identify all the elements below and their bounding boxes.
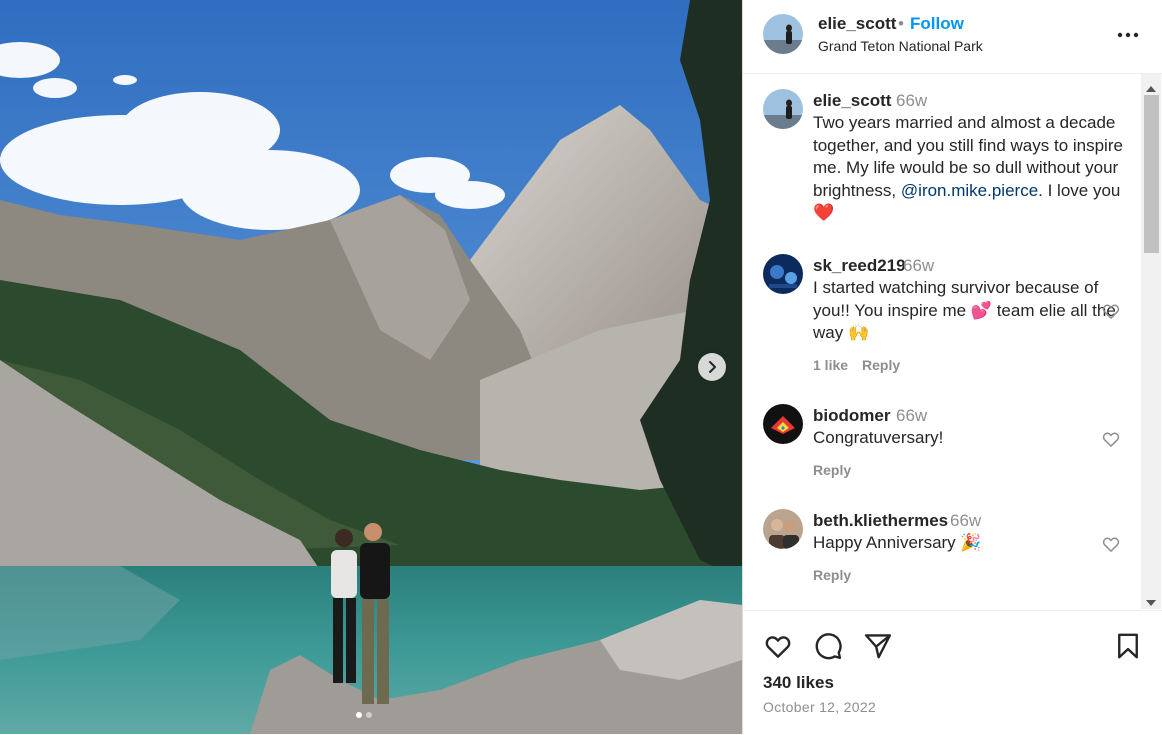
author-avatar[interactable]	[763, 14, 803, 54]
slide-dot	[366, 712, 372, 718]
post-date[interactable]: October 12, 2022	[763, 699, 876, 715]
separator-dot: •	[898, 14, 904, 33]
caption-text: Two years married and almost a decade to…	[813, 112, 1123, 225]
commenter-avatar[interactable]	[763, 404, 803, 444]
comment-text: Happy Anniversary 🎉	[813, 533, 982, 552]
next-slide-button[interactable]	[698, 353, 726, 381]
landscape-image	[0, 0, 742, 734]
comment-text: Congratuversary!	[813, 428, 944, 447]
save-button[interactable]	[1113, 631, 1143, 666]
like-button[interactable]	[763, 631, 793, 666]
reply-button[interactable]: Reply	[862, 357, 900, 373]
comment-like-button[interactable]	[1101, 429, 1121, 454]
caption-avatar[interactable]	[763, 89, 803, 129]
comment-username[interactable]: biodomer	[813, 406, 890, 426]
comment-username[interactable]: beth.kliethermes	[813, 511, 948, 531]
follow-button[interactable]: Follow	[910, 14, 964, 34]
commenter-avatar[interactable]	[763, 509, 803, 549]
heart-icon	[1102, 537, 1120, 552]
send-icon	[864, 634, 892, 659]
comment-time[interactable]: 66w	[896, 406, 927, 426]
chevron-right-icon	[709, 361, 716, 373]
reply-button[interactable]: Reply	[813, 462, 851, 478]
post-actions: 340 likes October 12, 2022	[743, 610, 1162, 735]
comment-time[interactable]: 66w	[903, 256, 934, 276]
post-photo[interactable]	[0, 0, 742, 734]
comment-username[interactable]: sk_reed219	[813, 256, 906, 276]
caption-username[interactable]: elie_scott	[813, 91, 891, 111]
location-link[interactable]: Grand Teton National Park	[818, 38, 983, 54]
post-header: elie_scott • Follow Grand Teton National…	[743, 0, 1162, 74]
reply-button[interactable]: Reply	[813, 567, 851, 583]
caret-up-icon	[1146, 86, 1156, 92]
comment-icon	[815, 633, 842, 660]
caret-down-icon	[1146, 600, 1156, 606]
post-side-panel: elie_scott • Follow Grand Teton National…	[742, 0, 1162, 734]
heart-icon	[1102, 432, 1120, 447]
comment-like-button[interactable]	[1101, 534, 1121, 559]
caption-time[interactable]: 66w	[896, 91, 927, 111]
comment-text: I started watching survivor because of y…	[813, 278, 1116, 342]
instagram-post: elie_scott • Follow Grand Teton National…	[0, 0, 1162, 734]
share-button[interactable]	[863, 631, 893, 666]
author-username[interactable]: elie_scott	[818, 14, 896, 34]
comment-like-button[interactable]	[1101, 301, 1121, 326]
commenter-avatar[interactable]	[763, 254, 803, 294]
comment-button[interactable]	[813, 631, 843, 666]
comment-like-count[interactable]: 1 like	[813, 357, 848, 373]
comments-list[interactable]: elie_scott 66w Two years married and alm…	[743, 74, 1162, 609]
slide-dot-active	[356, 712, 362, 718]
slide-indicator	[356, 712, 372, 718]
caption-mention-link[interactable]: @iron.mike.pierce	[901, 181, 1038, 200]
more-options-icon	[1117, 32, 1139, 38]
heart-icon	[765, 636, 791, 658]
heart-icon	[1102, 304, 1120, 319]
like-count[interactable]: 340 likes	[763, 673, 834, 693]
comment-time[interactable]: 66w	[950, 511, 981, 531]
scrollbar-thumb[interactable]	[1144, 95, 1159, 253]
more-options-button[interactable]	[1117, 24, 1139, 51]
bookmark-icon	[1118, 633, 1138, 659]
